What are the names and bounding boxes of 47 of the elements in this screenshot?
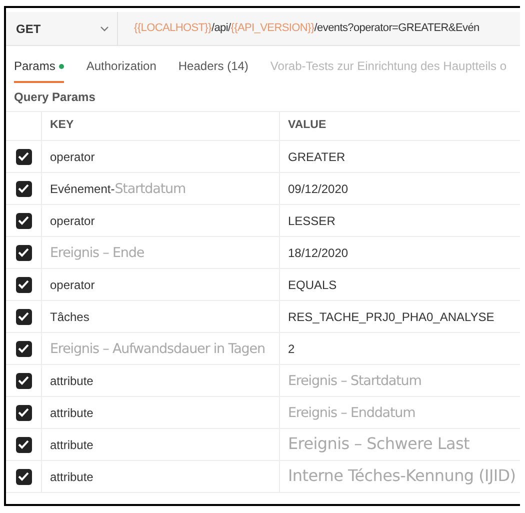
column-header: KEY [50, 118, 74, 134]
checkbox[interactable] [16, 308, 32, 324]
value-field[interactable]: RES_TACHE_PRJ0_PHA0_ANALYSE [280, 304, 494, 328]
value-field[interactable]: GREATER [280, 144, 346, 168]
checkbox[interactable] [16, 468, 32, 484]
checkmark-icon [18, 184, 29, 193]
tab[interactable]: Authorization [86, 57, 156, 83]
checkmark-icon [18, 408, 29, 417]
checkmark-icon [18, 248, 29, 257]
key-field[interactable]: attribute [42, 432, 94, 456]
key-field[interactable]: operator [42, 144, 95, 168]
key-field[interactable]: operator [42, 208, 95, 232]
checkbox[interactable] [16, 436, 32, 452]
value-field[interactable]: LESSER [280, 208, 336, 232]
checkmark-icon [18, 472, 29, 481]
key-field[interactable]: attribute [42, 400, 94, 424]
checkmark-icon [18, 216, 29, 225]
key-field[interactable]: Tâches [42, 304, 90, 328]
checkmark-icon [18, 312, 29, 321]
checkbox[interactable] [16, 212, 32, 228]
checkmark-icon [18, 280, 29, 289]
section-title: Query Params [14, 89, 96, 106]
checkbox[interactable] [16, 404, 32, 420]
method-dropdown[interactable]: GET [6, 12, 118, 45]
value-field[interactable]: EQUALS [280, 272, 337, 296]
chevron-down-icon [100, 26, 109, 32]
key-field[interactable]: attribute [42, 368, 94, 392]
tab[interactable]: Headers (14) [178, 57, 248, 83]
tab[interactable]: Params [14, 57, 64, 83]
value-field[interactable]: 2 [280, 336, 295, 360]
column-header: VALUE [288, 118, 326, 134]
checkmark-icon [18, 440, 29, 449]
value-field[interactable]: 18/12/2020 [280, 240, 348, 264]
key-field[interactable]: attribute [42, 464, 94, 488]
checkbox[interactable] [16, 244, 32, 260]
checkmark-icon [18, 152, 29, 161]
checkmark-icon [18, 344, 29, 353]
value-field[interactable]: 09/12/2020 [280, 176, 348, 200]
url-field[interactable]: {{LOCALHOST}}/api/{{API_VERSION}}/events?operator=GREATER&Evén [118, 12, 520, 45]
checkbox[interactable] [16, 276, 32, 292]
key-field[interactable]: operator [42, 272, 95, 296]
checkbox[interactable] [16, 180, 32, 196]
key-field[interactable]: Evénement-Startdatum [42, 176, 186, 200]
checkbox[interactable] [16, 148, 32, 164]
checkmark-icon [18, 376, 29, 385]
checkbox[interactable] [16, 372, 32, 388]
checkbox[interactable] [16, 340, 32, 356]
